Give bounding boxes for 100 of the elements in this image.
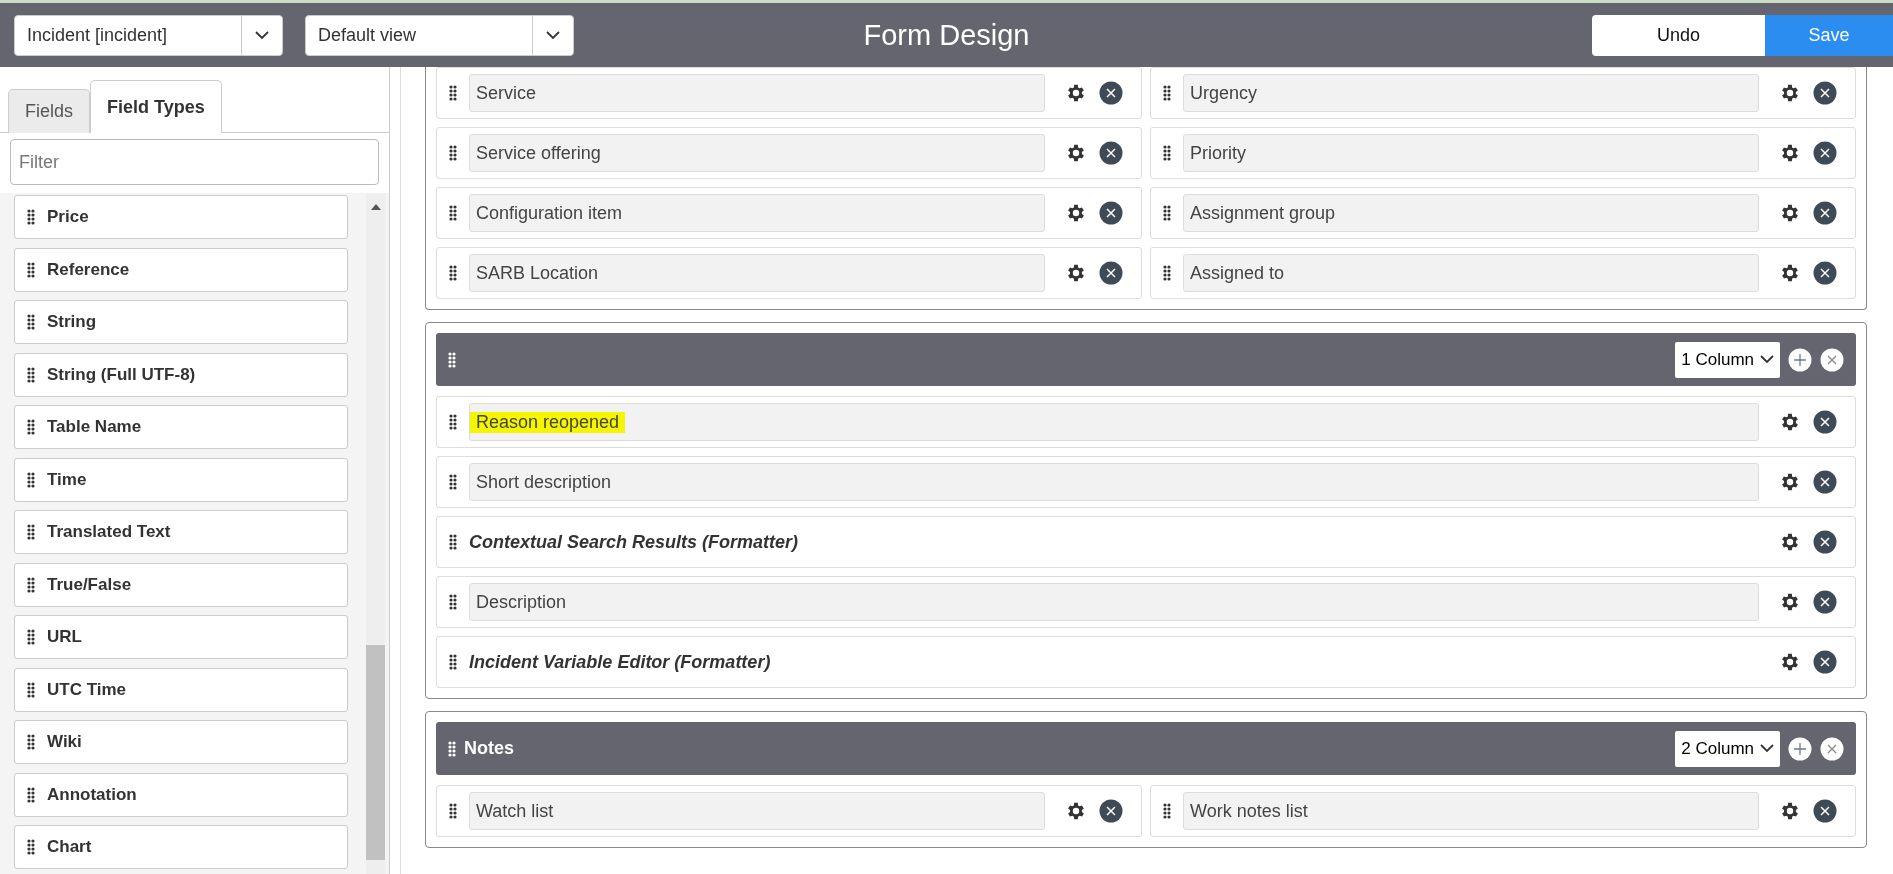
settings-icon[interactable] (1065, 800, 1087, 822)
close-icon[interactable] (1813, 410, 1837, 434)
field-type-item[interactable]: Price (14, 195, 348, 239)
field-box[interactable]: Service (469, 74, 1045, 112)
form-field-row[interactable]: Priority (1150, 127, 1856, 179)
add-icon[interactable] (1788, 347, 1812, 372)
drag-handle-icon[interactable] (449, 594, 457, 610)
field-type-item[interactable]: Annotation (14, 772, 348, 817)
field-type-item[interactable]: Chart (14, 825, 348, 869)
form-field-row[interactable]: Urgency (1150, 67, 1856, 119)
form-field-row[interactable]: Configuration item (436, 187, 1142, 239)
settings-icon[interactable] (1779, 411, 1801, 433)
close-icon[interactable] (1099, 261, 1123, 285)
field-type-item[interactable]: Table Name (14, 405, 348, 449)
field-type-item[interactable]: True/False (14, 562, 348, 607)
field-box[interactable]: Description (469, 583, 1759, 621)
field-box[interactable]: Priority (1183, 134, 1759, 172)
close-icon[interactable] (1813, 470, 1837, 494)
form-field-row[interactable]: Assignment group (1150, 187, 1856, 239)
scroll-up-icon[interactable] (370, 203, 381, 211)
settings-icon[interactable] (1779, 82, 1801, 104)
close-icon[interactable] (1813, 141, 1837, 165)
close-icon[interactable] (1099, 81, 1123, 105)
drag-handle-icon[interactable] (1163, 85, 1171, 101)
table-dropdown[interactable]: Incident [incident] (14, 14, 283, 56)
drag-handle-icon[interactable] (1163, 803, 1171, 819)
form-field-row[interactable]: Service (436, 67, 1142, 119)
view-dropdown[interactable]: Default view (305, 14, 574, 56)
drag-handle-icon[interactable] (27, 524, 35, 540)
form-field-row[interactable]: Contextual Search Results (Formatter) (436, 516, 1856, 568)
close-icon[interactable] (1813, 201, 1837, 225)
close-icon[interactable] (1813, 590, 1837, 614)
close-icon[interactable] (1813, 530, 1837, 554)
drag-handle-icon[interactable] (449, 654, 457, 670)
drag-handle-icon[interactable] (27, 839, 35, 855)
close-icon[interactable] (1820, 347, 1844, 372)
drag-handle-icon[interactable] (27, 576, 35, 593)
field-box[interactable]: Service offering (469, 134, 1045, 172)
field-type-item[interactable]: Translated Text (14, 510, 348, 554)
field-type-item[interactable]: URL (14, 615, 348, 659)
drag-handle-icon[interactable] (449, 414, 457, 430)
drag-handle-icon[interactable] (449, 145, 457, 161)
column-layout-dropdown[interactable]: 1 Column (1675, 341, 1780, 378)
drag-handle-icon[interactable] (449, 265, 457, 281)
filter-field[interactable]: Filter (10, 139, 379, 185)
drag-handle-icon[interactable] (27, 419, 35, 435)
settings-icon[interactable] (1065, 82, 1087, 104)
drag-handle-icon[interactable] (27, 209, 35, 225)
settings-icon[interactable] (1779, 531, 1801, 553)
field-box[interactable]: Short description (469, 463, 1759, 501)
close-icon[interactable] (1099, 141, 1123, 165)
field-box[interactable]: Watch list (469, 792, 1045, 830)
settings-icon[interactable] (1065, 142, 1087, 164)
form-field-row[interactable]: Reason reopened (436, 396, 1856, 448)
drag-handle-icon[interactable] (27, 314, 35, 330)
form-field-row[interactable]: Watch list (436, 785, 1142, 837)
drag-handle-icon[interactable] (449, 205, 457, 221)
field-type-item[interactable]: UTC Time (14, 667, 348, 712)
close-icon[interactable] (1813, 799, 1837, 823)
settings-icon[interactable] (1779, 262, 1801, 284)
field-box[interactable]: Work notes list (1183, 792, 1759, 830)
drag-handle-icon[interactable] (449, 803, 457, 819)
drag-handle-icon[interactable] (27, 786, 35, 803)
form-field-row[interactable]: Incident Variable Editor (Formatter) (436, 636, 1856, 688)
drag-handle-icon[interactable] (449, 474, 457, 490)
form-field-row[interactable]: SARB Location (436, 247, 1142, 299)
field-box[interactable]: Reason reopened (469, 403, 1759, 441)
add-icon[interactable] (1788, 736, 1812, 761)
settings-icon[interactable] (1779, 471, 1801, 493)
form-field-row[interactable]: Short description (436, 456, 1856, 508)
drag-handle-icon[interactable] (1163, 265, 1171, 281)
settings-icon[interactable] (1779, 591, 1801, 613)
close-icon[interactable] (1813, 261, 1837, 285)
drag-handle-icon[interactable] (449, 85, 457, 101)
field-box[interactable]: SARB Location (469, 254, 1045, 292)
drag-handle-icon[interactable] (27, 471, 35, 488)
column-layout-dropdown[interactable]: 2 Column (1675, 730, 1780, 767)
field-box[interactable]: Assignment group (1183, 194, 1759, 232)
close-icon[interactable] (1813, 81, 1837, 105)
drag-handle-icon[interactable] (448, 740, 456, 757)
drag-handle-icon[interactable] (1163, 145, 1171, 161)
sidebar-tab[interactable]: Field Types (90, 80, 222, 133)
close-icon[interactable] (1813, 650, 1837, 674)
form-field-row[interactable]: Service offering (436, 127, 1142, 179)
settings-icon[interactable] (1065, 262, 1087, 284)
field-type-item[interactable]: Time (14, 457, 348, 502)
drag-handle-icon[interactable] (27, 681, 35, 698)
field-type-item[interactable]: String (Full UTF-8) (14, 352, 348, 397)
settings-icon[interactable] (1779, 142, 1801, 164)
settings-icon[interactable] (1779, 651, 1801, 673)
drag-handle-icon[interactable] (27, 366, 35, 383)
close-icon[interactable] (1820, 736, 1844, 761)
field-box[interactable]: Configuration item (469, 194, 1045, 232)
settings-icon[interactable] (1779, 800, 1801, 822)
close-icon[interactable] (1099, 799, 1123, 823)
drag-handle-icon[interactable] (27, 629, 35, 645)
field-type-item[interactable]: Wiki (14, 720, 348, 764)
field-type-item[interactable]: Reference (14, 247, 348, 292)
close-icon[interactable] (1099, 201, 1123, 225)
form-field-row[interactable]: Assigned to (1150, 247, 1856, 299)
